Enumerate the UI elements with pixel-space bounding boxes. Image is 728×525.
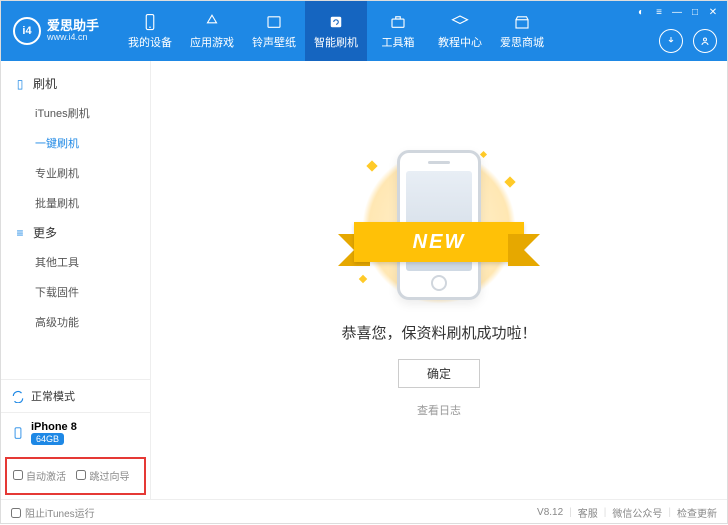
sidebar-group-label: 更多 [33, 224, 57, 241]
apps-icon [203, 13, 221, 31]
phone-icon [141, 13, 159, 31]
nav-label: 铃声壁纸 [252, 34, 296, 50]
nav-label: 我的设备 [128, 34, 172, 50]
device-info[interactable]: iPhone 8 64GB [1, 412, 150, 453]
menu-icon[interactable]: ≡ [651, 5, 667, 19]
nav-label: 爱思商城 [500, 34, 544, 50]
storage-badge: 64GB [31, 433, 64, 445]
minimize-icon[interactable]: — [669, 5, 685, 19]
refresh-icon [327, 13, 345, 31]
sync-icon [11, 389, 25, 403]
phone-small-icon: ▯ [13, 77, 27, 91]
nav-store[interactable]: 爱思商城 [491, 1, 553, 61]
main-content: NEW 恭喜您，保资料刷机成功啦！ 确定 查看日志 [151, 61, 727, 499]
maximize-icon[interactable]: □ [687, 5, 703, 19]
logo-icon: i4 [13, 17, 41, 45]
list-icon: ≡ [13, 226, 27, 240]
device-icon [11, 426, 25, 440]
sidebar: ▯ 刷机 iTunes刷机 一键刷机 专业刷机 批量刷机 ≡ 更多 其他工具 下… [1, 61, 151, 499]
sidebar-item-other-tools[interactable]: 其他工具 [1, 247, 150, 277]
device-name: iPhone 8 [31, 421, 77, 433]
sidebar-item-batch-flash[interactable]: 批量刷机 [1, 188, 150, 218]
sidebar-item-pro-flash[interactable]: 专业刷机 [1, 158, 150, 188]
skin-icon[interactable]: ◐ [633, 5, 649, 19]
nav-label: 应用游戏 [190, 34, 234, 50]
window-controls: ◐ ≡ — □ ✕ [627, 1, 727, 23]
sidebar-group-more: ≡ 更多 [1, 218, 150, 247]
auto-activate-label: 自动激活 [26, 468, 66, 483]
device-mode-label: 正常模式 [31, 388, 75, 404]
store-icon [513, 13, 531, 31]
logo-subtitle: www.i4.cn [47, 33, 99, 43]
support-link[interactable]: 客服 [578, 505, 598, 520]
sidebar-item-advanced[interactable]: 高级功能 [1, 307, 150, 337]
sidebar-item-download-firmware[interactable]: 下载固件 [1, 277, 150, 307]
nav-flash[interactable]: 智能刷机 [305, 1, 367, 61]
app-header: i4 爱思助手 www.i4.cn 我的设备 应用游戏 铃声壁纸 智能刷机 工具… [1, 1, 727, 61]
check-update-link[interactable]: 检查更新 [677, 505, 717, 520]
sidebar-group-label: 刷机 [33, 75, 57, 92]
version-label: V8.12 [537, 507, 563, 518]
nav-tutorials[interactable]: 教程中心 [429, 1, 491, 61]
close-icon[interactable]: ✕ [705, 5, 721, 19]
wechat-link[interactable]: 微信公众号 [612, 505, 662, 520]
block-itunes-label: 阻止iTunes运行 [25, 505, 95, 520]
top-nav: 我的设备 应用游戏 铃声壁纸 智能刷机 工具箱 教程中心 爱思商城 [119, 1, 553, 61]
ok-button[interactable]: 确定 [398, 359, 480, 388]
device-mode[interactable]: 正常模式 [1, 379, 150, 412]
nav-label: 工具箱 [382, 34, 415, 50]
header-right-icons [659, 29, 717, 53]
nav-label: 智能刷机 [314, 34, 358, 50]
auto-activate-checkbox[interactable]: 自动激活 [13, 468, 66, 483]
image-icon [265, 13, 283, 31]
skip-wizard-label: 跳过向导 [89, 468, 129, 483]
nav-apps[interactable]: 应用游戏 [181, 1, 243, 61]
nav-ringtones[interactable]: 铃声壁纸 [243, 1, 305, 61]
block-itunes-checkbox[interactable]: 阻止iTunes运行 [11, 505, 95, 520]
toolbox-icon [389, 13, 407, 31]
nav-toolbox[interactable]: 工具箱 [367, 1, 429, 61]
status-bar: 阻止iTunes运行 V8.12 | 客服 | 微信公众号 | 检查更新 [1, 499, 727, 525]
success-illustration: NEW [344, 142, 534, 312]
view-log-link[interactable]: 查看日志 [417, 402, 461, 418]
graduation-icon [451, 13, 469, 31]
success-message: 恭喜您，保资料刷机成功啦！ [341, 322, 536, 343]
logo: i4 爱思助手 www.i4.cn [1, 17, 111, 45]
logo-title: 爱思助手 [47, 19, 99, 33]
body: ▯ 刷机 iTunes刷机 一键刷机 专业刷机 批量刷机 ≡ 更多 其他工具 下… [1, 61, 727, 499]
skip-wizard-checkbox[interactable]: 跳过向导 [76, 468, 129, 483]
sidebar-options-box: 自动激活 跳过向导 [5, 457, 146, 495]
nav-my-device[interactable]: 我的设备 [119, 1, 181, 61]
sidebar-item-itunes-flash[interactable]: iTunes刷机 [1, 98, 150, 128]
download-icon[interactable] [659, 29, 683, 53]
sidebar-group-flash: ▯ 刷机 [1, 69, 150, 98]
sidebar-item-oneclick-flash[interactable]: 一键刷机 [1, 128, 150, 158]
user-icon[interactable] [693, 29, 717, 53]
ribbon-text: NEW [354, 222, 524, 262]
new-ribbon: NEW [340, 222, 538, 262]
nav-label: 教程中心 [438, 34, 482, 50]
